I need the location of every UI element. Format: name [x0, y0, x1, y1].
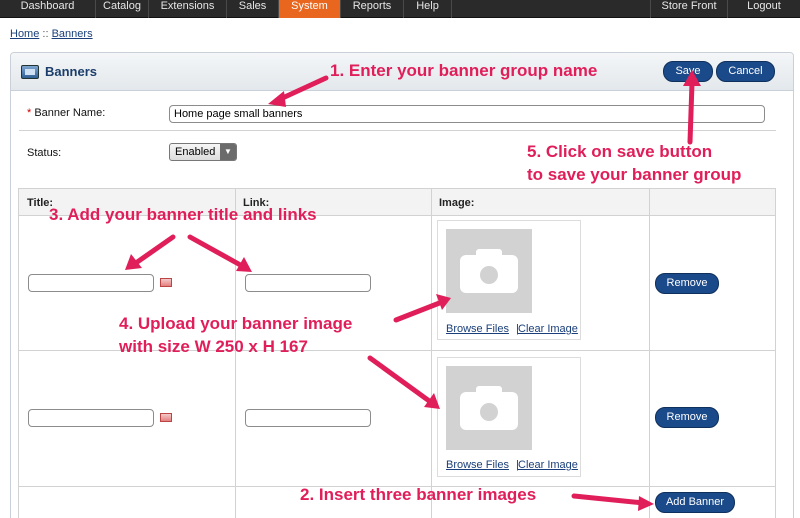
nav-catalog[interactable]: Catalog: [96, 0, 149, 18]
divider: [19, 130, 776, 131]
banner-name-label-text: Banner Name:: [34, 107, 106, 119]
camera-lens: [476, 399, 502, 425]
save-button[interactable]: Save: [663, 61, 713, 82]
banner-link-input[interactable]: [245, 409, 371, 427]
remove-button[interactable]: Remove: [655, 407, 719, 428]
clear-image-link[interactable]: Clear Image: [518, 323, 578, 335]
image-placeholder: [446, 229, 532, 313]
column-divider: [649, 189, 650, 518]
banner-page-icon: [21, 65, 39, 79]
annotation-step2: 2. Insert three banner images: [300, 485, 537, 504]
banner-title-input[interactable]: [28, 274, 154, 292]
cancel-button[interactable]: Cancel: [716, 61, 775, 82]
banner-name-label: * Banner Name:: [27, 107, 105, 119]
nav-store-front[interactable]: Store Front: [650, 0, 728, 18]
chevron-down-icon: ▼: [220, 144, 236, 160]
page-title: Banners: [45, 64, 98, 79]
remove-button[interactable]: Remove: [655, 273, 719, 294]
breadcrumb-separator: ::: [42, 28, 49, 40]
breadcrumb-home[interactable]: Home: [10, 28, 39, 40]
nav-extensions[interactable]: Extensions: [149, 0, 227, 18]
banner-image-slot: Browse Files | Clear Image: [437, 220, 581, 340]
clear-image-link[interactable]: Clear Image: [518, 459, 578, 471]
banner-link-input[interactable]: [245, 274, 371, 292]
language-flag-icon: [160, 278, 172, 287]
annotation-step3: 3. Add your banner title and links: [49, 205, 317, 224]
annotation-step5-line2: to save your banner group: [527, 165, 742, 184]
nav-logout[interactable]: Logout: [728, 0, 800, 18]
nav-dashboard[interactable]: Dashboard: [0, 0, 96, 18]
column-divider: [431, 189, 432, 518]
banner-title-input[interactable]: [28, 409, 154, 427]
annotation-step1: 1. Enter your banner group name: [330, 61, 598, 80]
nav-help[interactable]: Help: [404, 0, 452, 18]
banner-name-input[interactable]: Home page small banners: [169, 105, 765, 123]
nav-reports[interactable]: Reports: [341, 0, 404, 18]
column-header-image: Image:: [439, 197, 475, 209]
status-selected-value: Enabled: [175, 146, 216, 158]
status-label: Status:: [27, 147, 62, 159]
browse-files-link[interactable]: Browse Files: [446, 323, 509, 335]
annotation-step4-line1: 4. Upload your banner image: [119, 314, 353, 333]
language-flag-icon: [160, 413, 172, 422]
breadcrumb: Home :: Banners: [10, 28, 93, 40]
nav-sales[interactable]: Sales: [227, 0, 279, 18]
top-nav: Dashboard Catalog Extensions Sales Syste…: [0, 0, 800, 18]
add-banner-button[interactable]: Add Banner: [655, 492, 735, 513]
browse-files-link[interactable]: Browse Files: [446, 459, 509, 471]
required-marker: *: [27, 107, 32, 119]
nav-system[interactable]: System: [279, 0, 341, 18]
status-select[interactable]: Enabled ▼: [169, 143, 237, 161]
breadcrumb-banners[interactable]: Banners: [52, 28, 93, 40]
image-placeholder: [446, 366, 532, 450]
annotation-step4-line2: with size W 250 x H 167: [119, 337, 308, 356]
camera-lens: [476, 262, 502, 288]
annotation-step5-line1: 5. Click on save button: [527, 142, 713, 161]
banner-image-slot: Browse Files | Clear Image: [437, 357, 581, 477]
